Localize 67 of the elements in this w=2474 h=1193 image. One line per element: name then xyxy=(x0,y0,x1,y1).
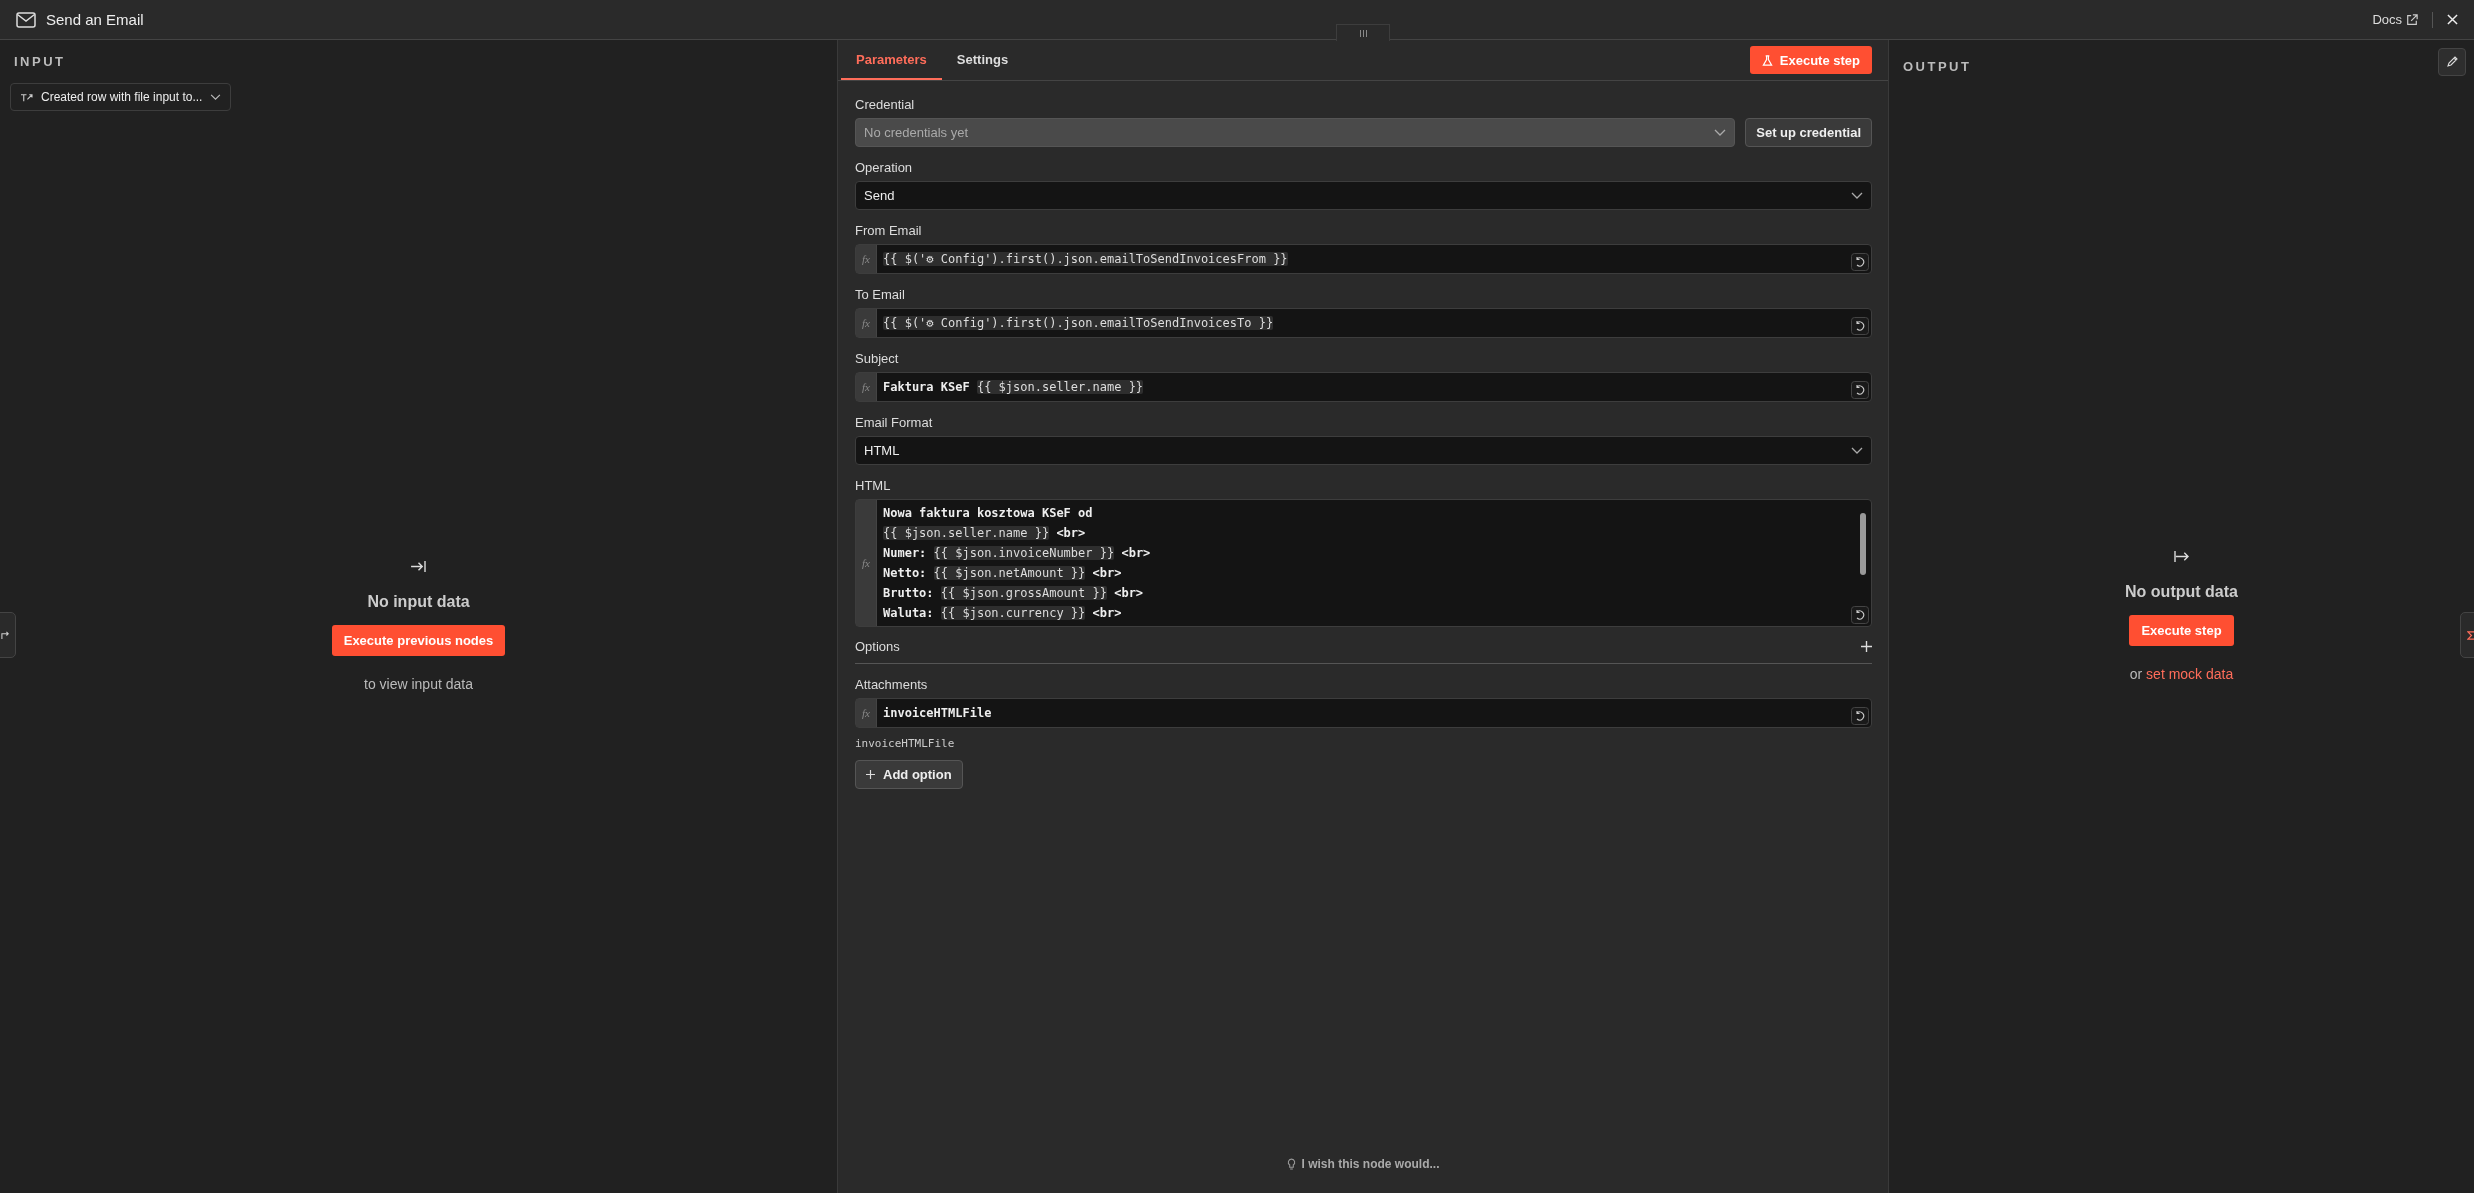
add-option-button[interactable]: Add option xyxy=(855,760,963,789)
field-label: Attachments xyxy=(855,677,929,692)
flask-icon xyxy=(1761,54,1773,66)
field-label: Credential xyxy=(855,97,916,112)
reset-icon[interactable] xyxy=(1851,707,1869,725)
field-label: Operation xyxy=(855,160,914,175)
reset-icon[interactable] xyxy=(1851,317,1869,335)
chevron-down-icon xyxy=(210,93,222,101)
docs-link[interactable]: Docs xyxy=(2372,12,2402,27)
sigma-icon xyxy=(2466,630,2474,640)
empty-state-hint: or set mock data xyxy=(2129,666,2234,682)
reset-icon[interactable] xyxy=(1851,606,1869,624)
html-code-editor[interactable] xyxy=(855,499,1872,627)
arrow-to-line-icon xyxy=(410,560,427,573)
empty-state-title: No output data xyxy=(2125,583,2238,601)
fx-badge: fx xyxy=(856,699,877,727)
trigger-node-icon xyxy=(20,91,33,103)
field-label: HTML xyxy=(855,478,892,493)
corner-arrow-icon xyxy=(0,630,10,640)
feedback-link[interactable]: I wish this node would... xyxy=(1301,1157,1440,1171)
field-label: From Email xyxy=(855,223,923,238)
close-icon[interactable] xyxy=(2447,14,2458,25)
code-line: {{ $json.seller.name }} <br> xyxy=(883,525,1087,542)
fx-badge: fx xyxy=(856,309,877,337)
empty-state-title: No input data xyxy=(367,593,470,611)
pencil-icon xyxy=(2446,56,2458,68)
drag-handle-icon[interactable] xyxy=(1336,24,1390,41)
source-node-select[interactable]: Created row with file input to... xyxy=(10,83,232,111)
lightbulb-icon xyxy=(1286,1157,1296,1171)
field-label: Email Format xyxy=(855,415,934,430)
field-label: Options xyxy=(855,639,900,654)
select-field[interactable]: Send xyxy=(855,181,1872,210)
arrow-from-line-icon xyxy=(2173,550,2190,563)
code-line: Netto: {{ $json.netAmount }} <br> xyxy=(883,565,1123,582)
expression-input[interactable]: fx invoiceHTMLFile xyxy=(855,698,1872,728)
code-line: Brutto: {{ $json.grossAmount }} <br> xyxy=(883,585,1145,602)
expression-input[interactable]: fx {{ $('⚙ Config').first().json.emailToSendInvoicesFrom }} xyxy=(855,244,1872,274)
expression-input[interactable]: fx Faktura KSeF {{ $json.seller.name }} xyxy=(855,372,1872,402)
panel-title: INPUT xyxy=(13,53,67,69)
field-label: Subject xyxy=(855,351,900,366)
tab[interactable]: Settings xyxy=(941,40,1024,80)
code-line: Waluta: {{ $json.currency }} <br> xyxy=(883,605,1123,622)
fx-badge: fx xyxy=(856,245,877,273)
chevron-down-icon xyxy=(1851,191,1863,200)
fx-badge: fx xyxy=(856,500,877,626)
field-label: To Email xyxy=(855,287,906,302)
set-mock-data-link[interactable]: set mock data xyxy=(2146,666,2234,682)
expression-input[interactable]: fx {{ $('⚙ Config').first().json.emailToSendInvoicesTo }} xyxy=(855,308,1872,338)
code-line: Nowa faktura kosztowa KSeF od xyxy=(883,505,1094,522)
reset-icon[interactable] xyxy=(1851,253,1869,271)
envelope-icon xyxy=(16,11,36,28)
plus-icon[interactable] xyxy=(1861,641,1872,652)
chevron-down-icon xyxy=(1714,128,1727,137)
collapse-tab[interactable] xyxy=(0,612,16,658)
empty-state-hint: to view input data xyxy=(364,676,473,692)
window-title: Send an Email xyxy=(46,11,144,28)
chevron-down-icon xyxy=(1851,446,1863,455)
expression-result: invoiceHTMLFile xyxy=(855,737,956,750)
plus-icon xyxy=(866,770,875,779)
fx-badge: fx xyxy=(856,373,877,401)
select-field[interactable]: HTML xyxy=(855,436,1872,465)
edit-button[interactable] xyxy=(2438,48,2466,76)
panel-title: OUTPUT xyxy=(1902,57,1973,74)
tab[interactable]: Parameters xyxy=(841,40,942,80)
external-link-icon[interactable] xyxy=(2406,13,2418,26)
code-line: Numer: {{ $json.invoiceNumber }} <br> xyxy=(883,545,1152,562)
reset-icon[interactable] xyxy=(1851,381,1869,399)
